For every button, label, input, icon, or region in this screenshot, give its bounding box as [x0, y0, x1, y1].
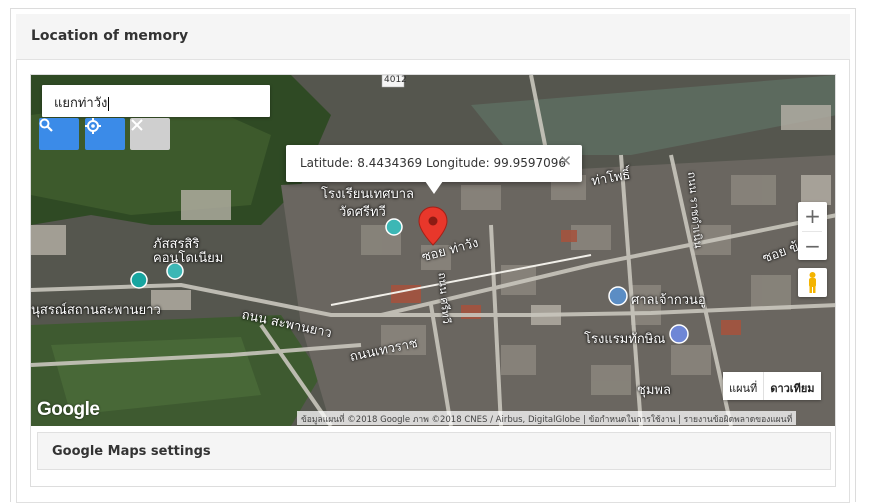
map-label-temple: วัดศรีทวี	[339, 205, 386, 220]
close-icon	[131, 119, 143, 131]
text-cursor	[108, 96, 110, 111]
coordinates-text: Latitude: 8.4434369 Longitude: 99.959709…	[300, 156, 567, 170]
coordinates-info-window: Latitude: 8.4434369 Longitude: 99.959709…	[286, 145, 582, 194]
map-type-satellite[interactable]: ดาวเทียม	[763, 372, 820, 400]
map-label-condo-2: คอนโดเนียม	[153, 251, 224, 266]
map-container: 4012 โรงเรียนเทศบาล วัดศรีทวี ซอย ท่าวัง…	[30, 74, 836, 487]
map-search-button[interactable]	[39, 118, 79, 150]
map-search-value: แยกท่าวัง	[54, 96, 108, 111]
info-window-tail	[425, 181, 443, 194]
search-icon	[39, 118, 53, 132]
street-view-pegman[interactable]	[798, 268, 827, 297]
info-close-icon[interactable]: ✕	[559, 152, 572, 170]
google-logo: Google	[37, 399, 100, 420]
map-search-input[interactable]: แยกท่าวัง	[42, 85, 270, 117]
map-attribution[interactable]: ข้อมูลแผนที่ ©2018 Google ภาพ ©2018 CNES…	[297, 411, 797, 425]
zoom-in-button[interactable]: +	[798, 202, 827, 231]
map-type-map[interactable]: แผนที่	[723, 372, 763, 400]
panel-header: Location of memory	[16, 14, 850, 60]
map-clear-button[interactable]	[130, 118, 170, 150]
satellite-map[interactable]: 4012 โรงเรียนเทศบาล วัดศรีทวี ซอย ท่าวัง…	[31, 75, 835, 426]
map-label-shrine: ศาลเจ้ากวนอู	[631, 293, 706, 308]
crosshair-icon	[85, 118, 101, 134]
map-locate-button[interactable]	[85, 118, 125, 150]
panel-title: Location of memory	[31, 28, 189, 44]
google-maps-settings-toggle[interactable]: Google Maps settings	[37, 432, 831, 470]
zoom-control: + −	[798, 202, 827, 260]
settings-label: Google Maps settings	[52, 444, 211, 459]
map-label-chumphon: ชุมพล	[637, 383, 671, 398]
zoom-out-button[interactable]: −	[798, 232, 827, 261]
pegman-icon	[809, 272, 816, 293]
road-shield-4012: 4012	[384, 75, 407, 85]
map-type-control: แผนที่ ดาวเทียม	[723, 372, 821, 400]
map-label-memorial: นุสรณ์สถานสะพานยาว	[31, 303, 161, 318]
map-label-hotel: โรงแรมทักษิณ	[584, 332, 666, 347]
